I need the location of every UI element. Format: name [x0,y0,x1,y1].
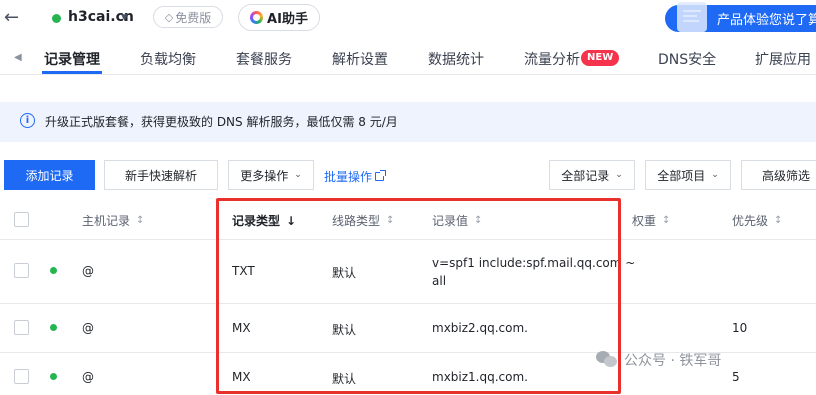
row-checkbox[interactable] [14,369,29,384]
domain-status-dot [52,14,61,23]
row-priority: 5 [732,370,740,384]
column-priority[interactable]: 优先级 ↕ [732,212,782,229]
batch-actions-label: 批量操作 [324,170,373,184]
row-host: @ [82,264,94,278]
sort-icon: ↕ [774,215,783,226]
new-badge: NEW [581,50,620,66]
tab-data-statistics[interactable]: 数据统计 [428,49,484,69]
chevron-down-icon: ⌄ [615,170,623,180]
tabs-divider [0,74,816,75]
add-record-button[interactable]: 添加记录 [4,160,95,190]
row-checkbox[interactable] [14,320,29,335]
column-priority-label: 优先级 [732,214,769,228]
sort-icon: ↕ [662,215,671,226]
ai-button-label: AI助手 [267,12,308,27]
feedback-label: 产品体验您说了算 [717,13,816,28]
ai-assistant-button[interactable]: AI助手 [238,4,320,31]
chevron-down-icon: ⌄ [294,170,302,180]
row-host: @ [82,370,94,384]
wechat-icon [596,351,618,369]
all-records-label: 全部记录 [561,168,610,183]
quick-resolve-label: 新手快速解析 [124,168,197,183]
tab-packages[interactable]: 套餐服务 [236,49,292,69]
external-link-icon [375,170,387,181]
info-icon: i [20,113,35,128]
highlight-annotation-box [216,198,621,394]
all-items-label: 全部项目 [657,168,706,183]
feedback-document-icon [677,2,707,32]
advanced-filter-button[interactable]: 高级筛选 [741,160,816,190]
record-status-dot [50,373,57,380]
record-status-dot [50,324,57,331]
sort-icon: ↕ [136,215,145,226]
column-weight-label: 权重 [632,214,657,228]
all-items-select[interactable]: 全部项目 ⌄ [645,160,731,190]
batch-actions-link[interactable]: 批量操作 [324,168,387,185]
tab-load-balancing[interactable]: 负载均衡 [140,49,196,69]
tab-traffic-analysis[interactable]: 流量分析 [524,49,580,69]
chevron-down-icon[interactable]: ▼ [121,13,128,23]
all-records-select[interactable]: 全部记录 ⌄ [549,160,635,190]
row-checkbox[interactable] [14,263,29,278]
quick-resolve-button[interactable]: 新手快速解析 [104,160,218,190]
record-status-dot [50,267,57,274]
notice-text: 升级正式版套餐，获得更极致的 DNS 解析服务，最低仅需 8 元/月 [45,115,398,129]
dns-records-page: ← h3cai.cn ▼ ◇ 免费版 AI助手 产品体验您说了算 ◀ 记录管理 … [0,0,816,395]
row-host: @ [82,321,94,335]
tabs-scroll-left-icon[interactable]: ◀ [14,52,22,63]
tab-dns-security[interactable]: DNS安全 [658,49,716,69]
watermark: 公众号 · 铁军哥 [596,350,721,370]
chevron-down-icon: ⌄ [711,170,719,180]
diamond-icon: ◇ [164,10,174,24]
ai-logo-icon [250,11,264,24]
tab-record-management[interactable]: 记录管理 [44,49,100,69]
add-record-label: 添加记录 [25,168,74,183]
column-host-label: 主机记录 [82,214,131,228]
tab-extensions[interactable]: 扩展应用 [755,49,811,69]
more-actions-label: 更多操作 [240,168,289,183]
column-weight[interactable]: 权重 ↕ [632,212,670,229]
tab-resolution-settings[interactable]: 解析设置 [332,49,388,69]
free-version-badge: ◇ 免费版 [153,6,223,28]
back-arrow-icon[interactable]: ← [4,7,19,28]
row-priority: 10 [732,321,748,335]
advanced-filter-label: 高级筛选 [762,168,811,183]
column-host[interactable]: 主机记录 ↕ [82,212,144,229]
watermark-text: 公众号 · 铁军哥 [624,353,722,369]
more-actions-dropdown[interactable]: 更多操作 ⌄ [228,160,314,190]
free-badge-label: 免费版 [175,10,212,25]
select-all-checkbox[interactable] [14,212,29,227]
